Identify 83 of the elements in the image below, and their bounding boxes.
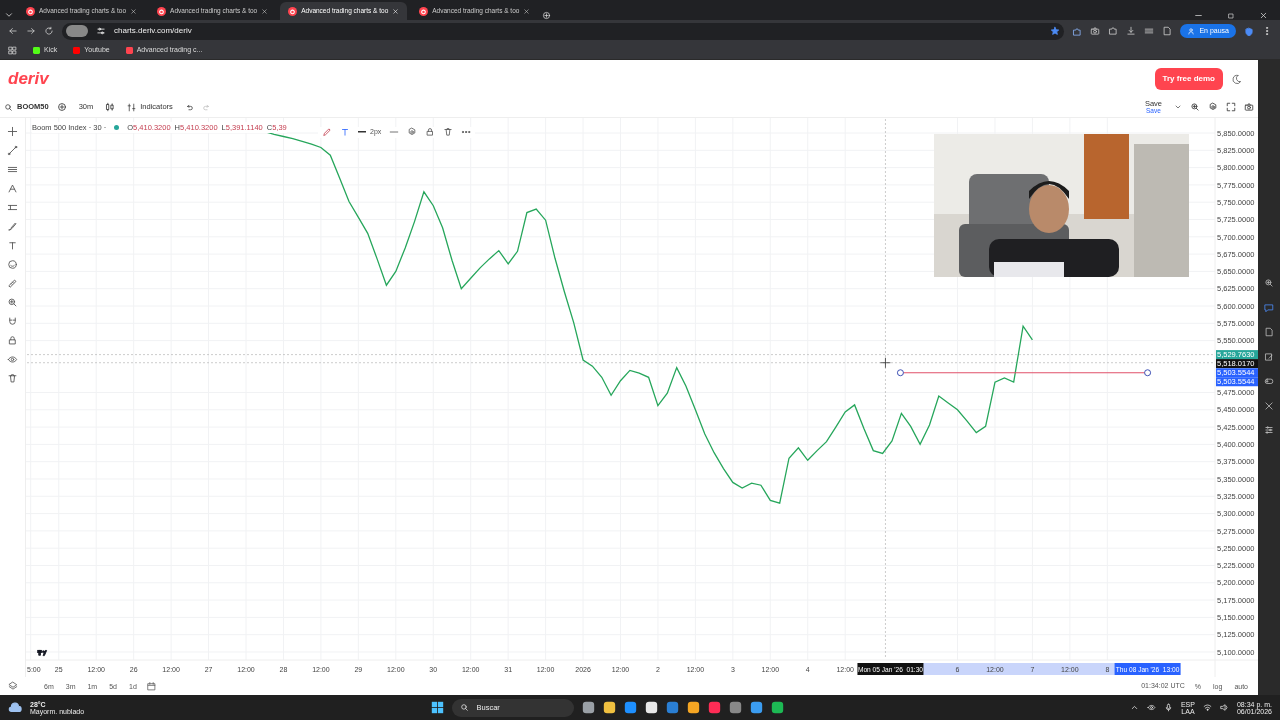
weather-icon[interactable] (8, 700, 22, 715)
magnet-icon[interactable] (7, 316, 18, 327)
taskbar-app-icon[interactable] (749, 701, 763, 714)
add-symbol-button[interactable] (56, 102, 67, 112)
caret-icon[interactable] (1174, 103, 1182, 111)
date-range-icon[interactable] (146, 681, 156, 691)
close-icon[interactable] (261, 7, 269, 15)
site-settings-icon[interactable] (96, 26, 106, 36)
text-tool-icon[interactable] (7, 240, 18, 251)
tray-caret-icon[interactable] (1129, 703, 1139, 712)
apps-icon[interactable] (8, 46, 17, 55)
trash-icon[interactable] (7, 373, 18, 384)
url-text[interactable]: charts.deriv.com/deriv (114, 25, 192, 37)
close-icon[interactable] (130, 7, 138, 15)
reload-button[interactable] (44, 26, 54, 36)
bookmark-star-icon[interactable] (1050, 25, 1061, 36)
price-chart[interactable] (26, 118, 1258, 677)
smiley-icon[interactable] (7, 259, 18, 270)
settings-icon[interactable] (1208, 102, 1218, 112)
reading-list-icon[interactable] (1144, 26, 1155, 36)
taskbar-app-icon[interactable] (602, 701, 616, 714)
volume-icon[interactable] (1219, 703, 1229, 712)
sliders-icon[interactable] (1264, 425, 1274, 436)
channel-icon[interactable] (7, 202, 18, 213)
shield-icon[interactable] (1244, 26, 1254, 37)
favicon-icon (288, 6, 298, 16)
close-icon[interactable] (392, 7, 400, 15)
close-icon[interactable] (523, 7, 531, 15)
side-panel-icon[interactable] (1162, 26, 1173, 36)
settings-icon[interactable] (407, 127, 418, 138)
favicon-icon (26, 6, 35, 16)
taskbar-app-icon[interactable] (686, 701, 700, 714)
crosshair-cursor-icon (880, 357, 891, 369)
tray-icon[interactable] (1146, 703, 1156, 712)
lock-icon[interactable] (7, 335, 18, 346)
fork-icon[interactable] (7, 183, 18, 194)
maximize-button[interactable] (1227, 12, 1235, 20)
forward-button[interactable] (26, 26, 36, 36)
tab-list-button[interactable] (4, 10, 14, 20)
taskbar-app-icon[interactable] (644, 701, 658, 714)
taskbar-app-icon[interactable] (770, 701, 784, 714)
edit-icon[interactable] (1264, 351, 1274, 362)
download-icon[interactable] (1126, 26, 1137, 36)
trash-icon[interactable] (443, 127, 454, 138)
document-icon[interactable] (1264, 327, 1274, 338)
moon-icon[interactable] (1231, 73, 1242, 85)
ruler-icon[interactable] (7, 278, 18, 289)
search-icon (459, 703, 469, 712)
horizontal-line-drawing[interactable] (896, 369, 1152, 377)
undo-button[interactable] (184, 102, 194, 112)
new-tab-button[interactable] (542, 11, 552, 20)
zoom-icon[interactable] (1190, 102, 1200, 112)
media-icon[interactable] (1090, 26, 1101, 36)
pencil-icon[interactable] (322, 127, 332, 138)
chat-icon[interactable] (1264, 302, 1274, 313)
search-icon (4, 102, 13, 112)
status-dot-icon (114, 125, 120, 131)
line-icon[interactable] (7, 145, 18, 156)
camera-icon[interactable] (1244, 102, 1254, 112)
chart-type-button[interactable] (105, 102, 116, 112)
search-icon[interactable] (1264, 278, 1274, 289)
windows-logo-icon[interactable] (430, 701, 444, 714)
layers-icon[interactable] (8, 681, 18, 691)
gamepad-icon[interactable] (1264, 376, 1274, 387)
taskbar-app-icon[interactable] (581, 701, 595, 714)
back-button[interactable] (8, 26, 18, 36)
text-tool-icon[interactable] (340, 127, 350, 138)
user-icon (1187, 27, 1196, 35)
crosshair-icon[interactable] (7, 126, 18, 137)
lock-icon[interactable] (425, 127, 436, 138)
close-button[interactable] (1259, 11, 1268, 20)
pill-icon[interactable] (66, 25, 88, 37)
zoom-icon[interactable] (7, 297, 18, 308)
wifi-icon[interactable] (1202, 703, 1212, 712)
tools-icon[interactable] (1264, 400, 1274, 411)
favicon-icon (157, 6, 167, 16)
indicators-icon (127, 102, 137, 112)
eye-icon[interactable] (7, 354, 18, 365)
lines-icon[interactable] (7, 164, 18, 175)
microphone-icon[interactable] (1163, 703, 1173, 712)
brush-icon[interactable] (7, 221, 18, 232)
fullscreen-icon[interactable] (1226, 102, 1236, 112)
favicon-icon (419, 6, 429, 16)
